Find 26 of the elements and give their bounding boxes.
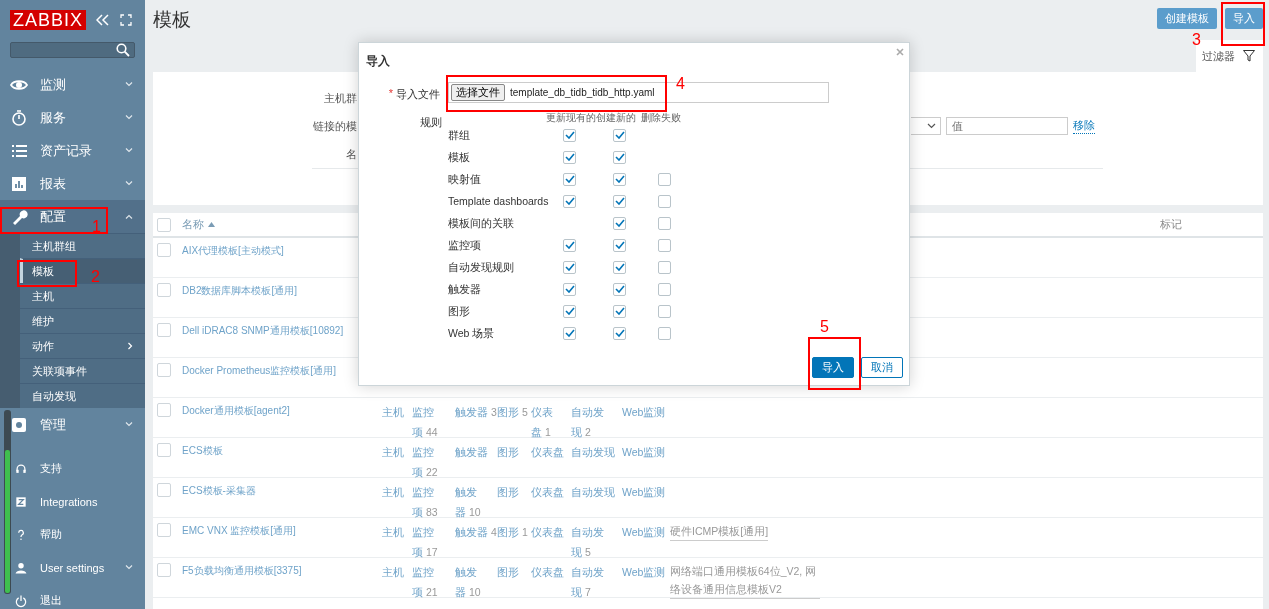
field-label: 链接的模 bbox=[312, 118, 357, 134]
step-number: 5 bbox=[820, 318, 829, 336]
column-header: 标记 bbox=[1160, 217, 1183, 232]
required-mark: * bbox=[388, 87, 393, 101]
column-header: 创建新的 bbox=[596, 112, 636, 123]
column-header: 更新现有的 bbox=[546, 112, 596, 123]
dialog-title: 导入 bbox=[366, 53, 391, 70]
rule-label: 模板 bbox=[448, 150, 470, 164]
rule-label: 模板间的关联 bbox=[448, 216, 514, 230]
column-header: 删除失败 bbox=[641, 112, 681, 123]
rule-label: 自动发现规则 bbox=[448, 260, 514, 274]
rule-label: 触发器 bbox=[448, 282, 481, 296]
rule-label: Template dashboards bbox=[448, 194, 549, 208]
rule-label: 图形 bbox=[448, 304, 470, 318]
page-title: 模板 bbox=[153, 8, 191, 32]
rule-label: 映射值 bbox=[448, 172, 481, 186]
step-number: 2 bbox=[91, 268, 100, 286]
field-label: 名 bbox=[345, 146, 357, 162]
rule-label: Web 场景 bbox=[448, 326, 495, 340]
field-label: 主机群 bbox=[323, 90, 357, 106]
rule-label: 监控项 bbox=[448, 238, 481, 252]
field-label: 导入文件 bbox=[396, 87, 440, 102]
rule-label: 群组 bbox=[448, 128, 470, 142]
step-number: 1 bbox=[92, 218, 101, 236]
file-name: template_db_tidb_tidb_http.yaml bbox=[510, 87, 655, 98]
field-label: 规则 bbox=[420, 115, 442, 130]
